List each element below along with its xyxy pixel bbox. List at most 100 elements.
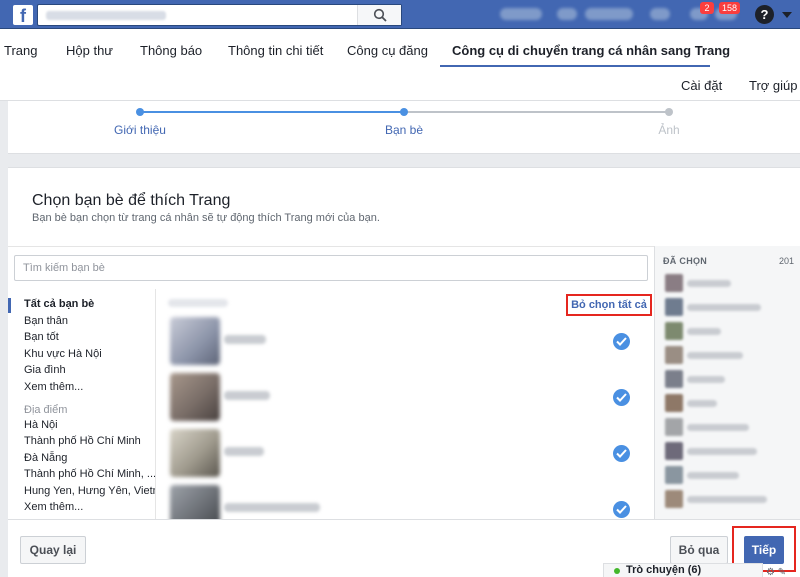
online-status-icon bbox=[614, 568, 620, 574]
place-hung-yen[interactable]: Hung Yen, Hưng Yên, Vietn... bbox=[24, 485, 168, 497]
chat-bar[interactable]: Trò chuyện (6) bbox=[603, 563, 763, 577]
step-dot-intro bbox=[136, 108, 144, 116]
friend-row[interactable] bbox=[156, 481, 654, 519]
search-icon bbox=[373, 8, 387, 22]
selected-friend-avatar bbox=[665, 490, 683, 508]
next-button[interactable]: Tiếp bbox=[744, 536, 784, 564]
selected-heading: ĐÃ CHỌN bbox=[663, 256, 708, 266]
selected-friend-avatar bbox=[665, 274, 683, 292]
selected-friend-avatar bbox=[665, 370, 683, 388]
selected-friend-name-blurred bbox=[687, 376, 725, 383]
search-query-blurred bbox=[46, 11, 166, 20]
category-hanoi-area[interactable]: Khu vực Hà Nội bbox=[24, 348, 102, 360]
friends-count-blurred bbox=[168, 299, 228, 307]
friend-row[interactable] bbox=[156, 313, 654, 369]
selected-check-icon[interactable] bbox=[613, 389, 630, 406]
selected-friend-name-blurred bbox=[687, 280, 731, 287]
account-menu-caret-icon[interactable] bbox=[782, 12, 792, 18]
places-see-more[interactable]: Xem thêm... bbox=[24, 501, 83, 513]
step-label-intro: Giới thiệu bbox=[114, 123, 166, 137]
profile-link-blurred[interactable] bbox=[500, 8, 542, 20]
tab-publishing-tools[interactable]: Công cụ đăng bbox=[347, 43, 428, 58]
selected-friend-item[interactable] bbox=[655, 488, 800, 511]
friend-name-blurred bbox=[224, 391, 270, 400]
selected-friend-avatar bbox=[665, 298, 683, 316]
selected-check-icon[interactable] bbox=[613, 501, 630, 518]
top-navigation-bar: f 2 158 ? bbox=[0, 0, 800, 29]
progress-stepper: Giới thiệu Bạn bè Ảnh bbox=[8, 101, 800, 154]
place-hanoi[interactable]: Hà Nội bbox=[24, 419, 58, 431]
friends-list-pane: Bỏ chọn tất cả bbox=[155, 289, 654, 519]
selected-friend-avatar bbox=[665, 418, 683, 436]
back-button[interactable]: Quay lại bbox=[20, 536, 86, 564]
selected-friend-item[interactable] bbox=[655, 416, 800, 439]
selected-friend-name-blurred bbox=[687, 304, 761, 311]
selected-friend-item[interactable] bbox=[655, 272, 800, 295]
selected-friend-item[interactable] bbox=[655, 320, 800, 343]
step-dot-friends bbox=[400, 108, 408, 116]
selected-friend-avatar bbox=[665, 322, 683, 340]
selected-friend-item[interactable] bbox=[655, 464, 800, 487]
selected-friend-avatar bbox=[665, 442, 683, 460]
active-category-indicator bbox=[8, 298, 11, 313]
category-good-friends[interactable]: Bạn tốt bbox=[24, 331, 59, 343]
active-tab-indicator bbox=[440, 65, 710, 67]
select-friends-card: Chọn bạn bè để thích Trang Bạn bè bạn ch… bbox=[8, 167, 800, 577]
category-all-friends[interactable]: Tất cả bạn bè bbox=[24, 298, 94, 310]
card-title: Chọn bạn bè để thích Trang bbox=[32, 192, 231, 209]
card-subtitle: Bạn bè bạn chọn từ trang cá nhân sẽ tự đ… bbox=[32, 212, 380, 224]
notifications-badge: 158 bbox=[719, 2, 741, 14]
help-icon[interactable]: ? bbox=[755, 5, 774, 24]
tab-insights[interactable]: Thông tin chi tiết bbox=[228, 43, 323, 58]
stepper-line-pending bbox=[404, 111, 669, 113]
friend-row[interactable] bbox=[156, 369, 654, 425]
place-ho-chi-minh-city[interactable]: Thành phố Hồ Chí Minh bbox=[24, 435, 141, 447]
help-menu-label: Trợ giúp bbox=[749, 78, 798, 93]
home-link-blurred[interactable] bbox=[585, 8, 633, 20]
selected-friend-item[interactable] bbox=[655, 296, 800, 319]
tab-notifications[interactable]: Thông báo bbox=[140, 43, 202, 58]
search-button[interactable] bbox=[357, 5, 401, 25]
settings-link[interactable]: Cài đặt bbox=[681, 78, 722, 93]
selected-friend-name-blurred bbox=[687, 352, 743, 359]
selected-friend-avatar bbox=[665, 466, 683, 484]
place-ho-chi-minh-city-2[interactable]: Thành phố Hồ Chí Minh, ... bbox=[24, 468, 156, 480]
selected-friend-item[interactable] bbox=[655, 440, 800, 463]
friend-name-blurred bbox=[224, 503, 320, 512]
tab-profile-to-page-migration[interactable]: Công cụ di chuyển trang cá nhân sang Tra… bbox=[452, 43, 730, 58]
selected-friend-item[interactable] bbox=[655, 344, 800, 367]
selected-friend-name-blurred bbox=[687, 448, 757, 455]
selected-friend-name-blurred bbox=[687, 424, 749, 431]
friend-avatar bbox=[170, 373, 220, 421]
tab-page[interactable]: Trang bbox=[4, 43, 37, 58]
selected-friend-name-blurred bbox=[687, 496, 767, 503]
place-da-nang[interactable]: Đà Nẵng bbox=[24, 452, 67, 464]
places-heading: Địa điểm bbox=[24, 404, 68, 416]
chat-label: Trò chuyện (6) bbox=[626, 564, 702, 576]
nav-icon-blurred[interactable] bbox=[557, 8, 577, 20]
category-close-friends[interactable]: Bạn thân bbox=[24, 315, 68, 327]
step-dot-photos bbox=[665, 108, 673, 116]
skip-button[interactable]: Bỏ qua bbox=[670, 536, 728, 564]
selected-friend-item[interactable] bbox=[655, 392, 800, 415]
friend-search-input[interactable] bbox=[14, 255, 648, 281]
category-see-more[interactable]: Xem thêm... bbox=[24, 381, 83, 393]
friend-requests-icon[interactable] bbox=[650, 8, 670, 20]
tab-inbox[interactable]: Hộp thư bbox=[66, 43, 113, 58]
selected-friends-panel: ĐÃ CHỌN 201 bbox=[654, 246, 800, 519]
friend-category-list: Tất cả bạn bè Bạn thân Bạn tốt Khu vực H… bbox=[8, 289, 168, 519]
page-tab-bar: Trang Hộp thư Thông báo Thông tin chi ti… bbox=[0, 29, 800, 101]
chat-settings-icon[interactable]: ⚙ ✎ bbox=[766, 567, 786, 577]
friend-row[interactable] bbox=[156, 425, 654, 481]
friend-avatar bbox=[170, 429, 220, 477]
friend-avatar bbox=[170, 485, 220, 519]
selected-friend-item[interactable] bbox=[655, 368, 800, 391]
selected-count: 201 bbox=[778, 256, 794, 266]
selected-friend-avatar bbox=[665, 346, 683, 364]
global-search-input[interactable] bbox=[37, 4, 402, 26]
facebook-logo[interactable]: f bbox=[13, 5, 33, 26]
selected-check-icon[interactable] bbox=[613, 333, 630, 350]
selected-check-icon[interactable] bbox=[613, 445, 630, 462]
category-family[interactable]: Gia đình bbox=[24, 364, 66, 376]
help-menu[interactable]: Trợ giúp ▾ bbox=[749, 78, 800, 93]
